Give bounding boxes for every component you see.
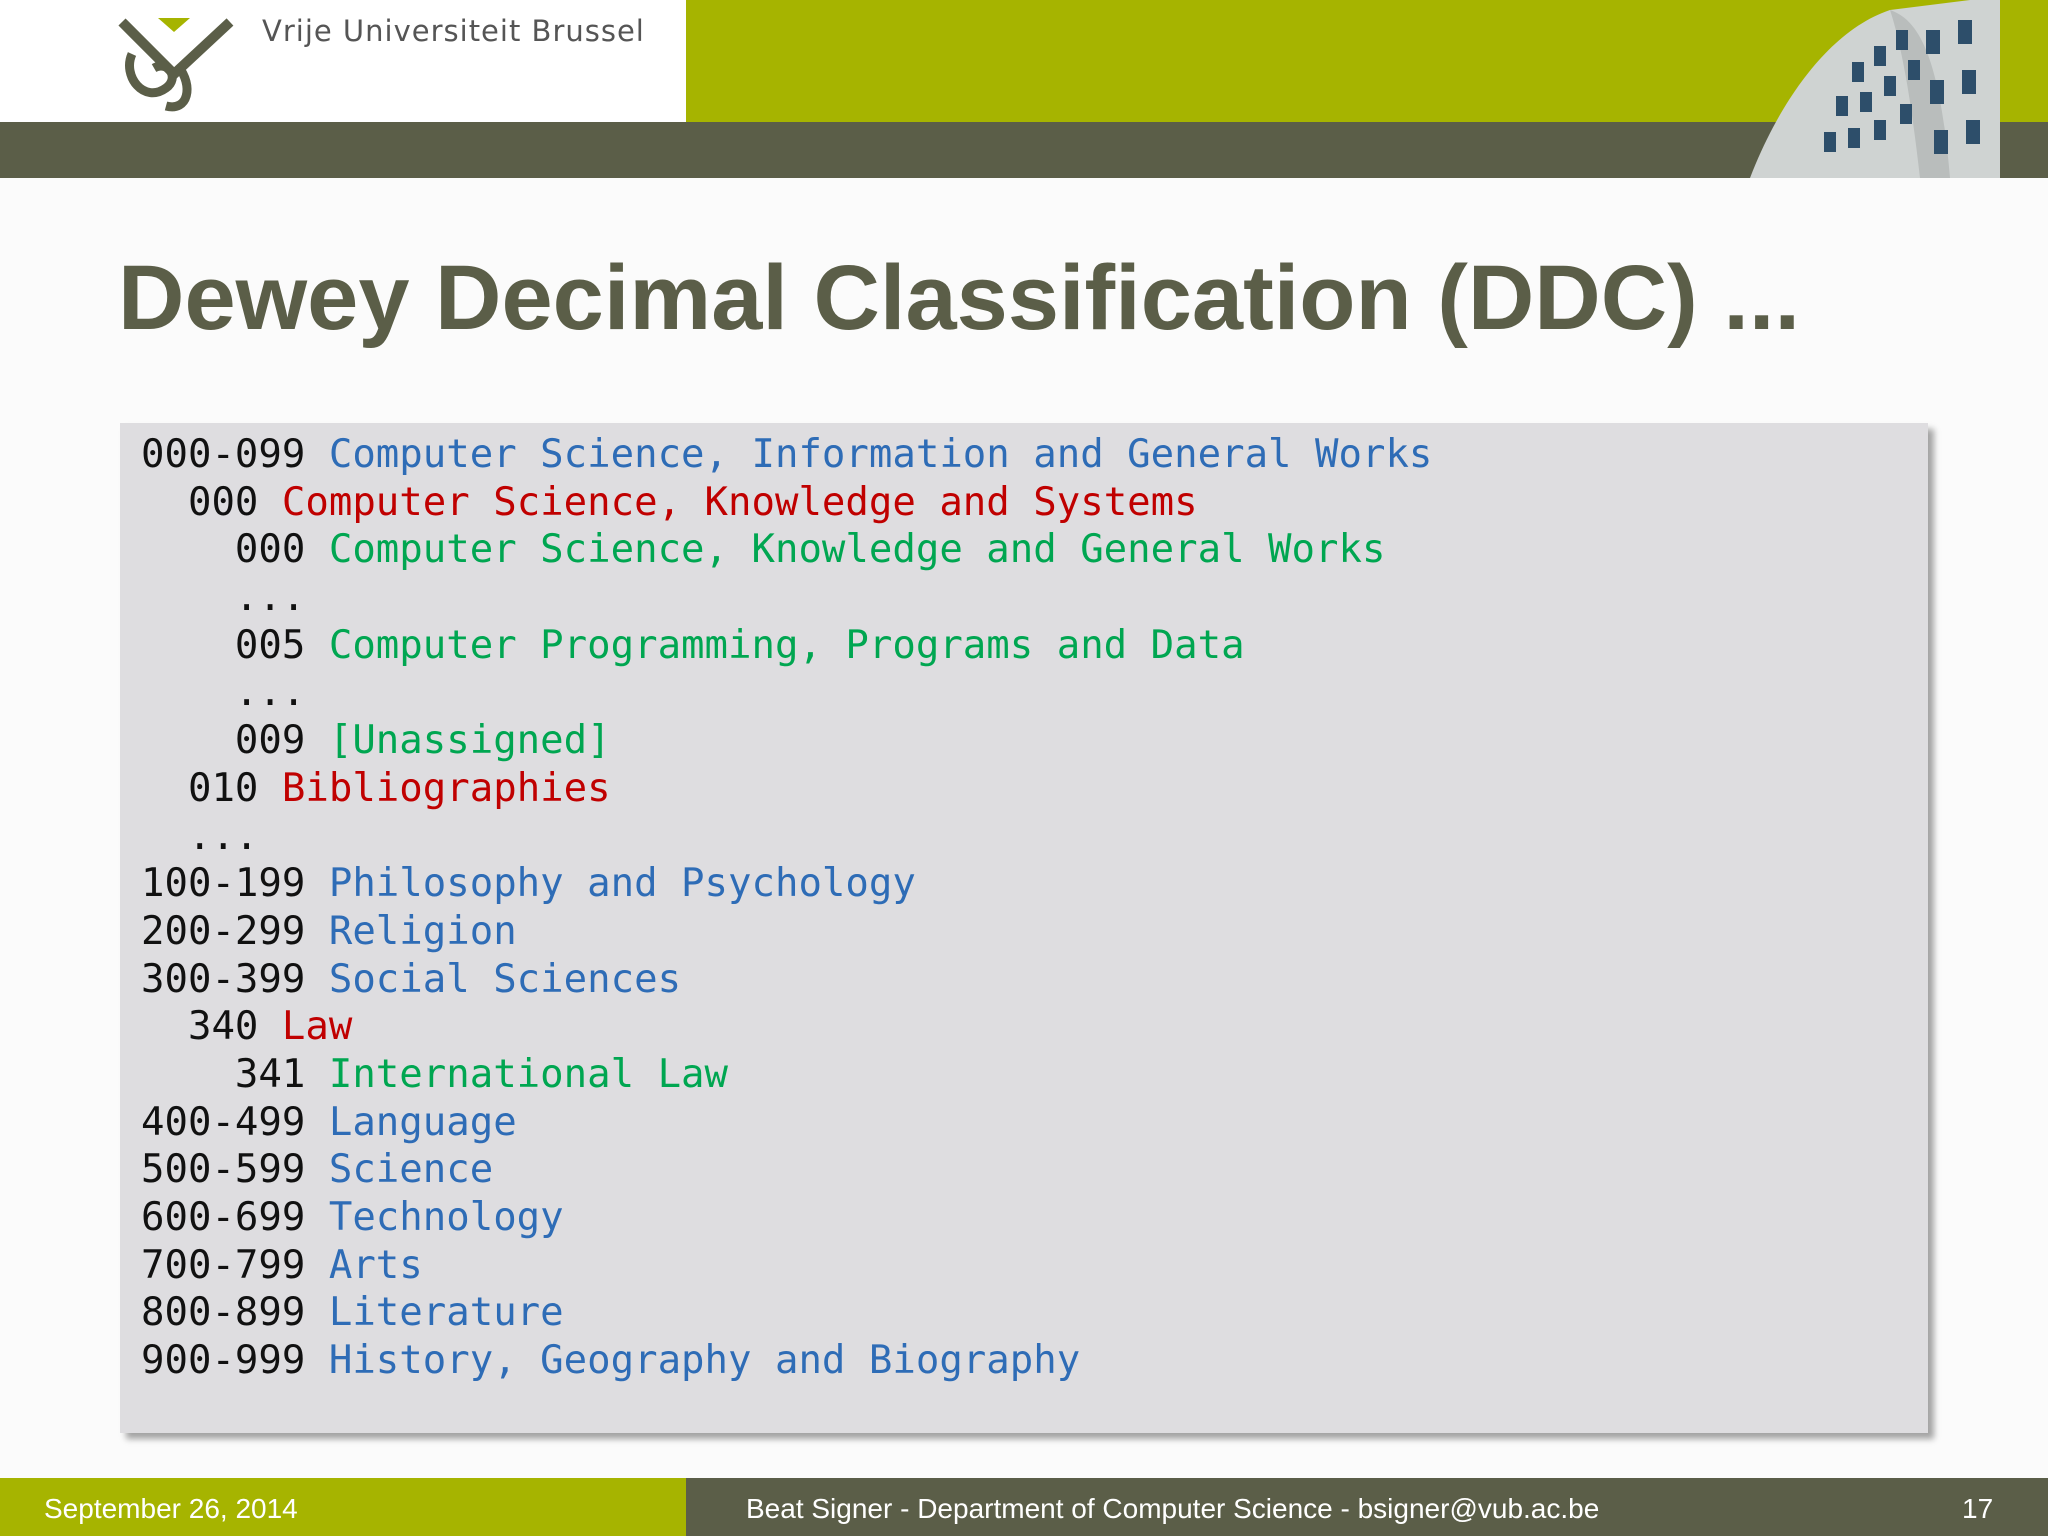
ddc-line: 009 [Unassigned] [141, 717, 1432, 765]
page-number: 17 [1962, 1493, 1994, 1524]
ddc-line: ... [141, 574, 1432, 622]
ddc-label: Philosophy and Psychology [328, 861, 916, 907]
ddc-label: Science [328, 1147, 494, 1193]
ddc-code: 800-899 [141, 1290, 329, 1336]
vub-logo-icon [118, 18, 234, 112]
ddc-code: 010 [141, 765, 282, 811]
ddc-label: Arts [328, 1242, 423, 1288]
ddc-code: 100-199 [141, 861, 329, 907]
ddc-line: 800-899 Literature [141, 1289, 1432, 1337]
ddc-label: Technology [328, 1195, 564, 1240]
ddc-code: 400-499 [141, 1099, 329, 1145]
ddc-line: 100-199 Philosophy and Psychology [141, 860, 1432, 908]
ddc-line: 000 Computer Science, Knowledge and Syst… [141, 479, 1432, 527]
ddc-line: ... [141, 813, 1432, 861]
ddc-line: 341 International Law [141, 1051, 1432, 1099]
ddc-line: 500-599 Science [141, 1146, 1432, 1194]
university-name: Vrije Universiteit Brussel [262, 14, 645, 48]
building-photo-icon [1750, 0, 2000, 178]
ddc-code: 000 [141, 479, 282, 525]
ddc-classification-list: 000-099 Computer Science, Information an… [141, 431, 1432, 1385]
ddc-code: 000 [141, 527, 329, 573]
ddc-line: 900-999 History, Geography and Biography [141, 1337, 1432, 1385]
ddc-line: 005 Computer Programming, Programs and D… [141, 622, 1432, 670]
ddc-label: Social Sciences [328, 956, 682, 1002]
ddc-label: History, Geography and Biography [328, 1338, 1081, 1384]
ddc-label: Religion [328, 908, 517, 954]
ddc-code: ... [141, 575, 306, 621]
ddc-line: 300-399 Social Sciences [141, 956, 1432, 1004]
ddc-line: 200-299 Religion [141, 908, 1432, 956]
ddc-label: Bibliographies [281, 765, 611, 811]
ddc-code: 341 [141, 1051, 329, 1097]
ddc-label: Language [328, 1099, 517, 1145]
ddc-label: Computer Science, Knowledge and Systems [281, 479, 1198, 525]
ddc-line: 010 Bibliographies [141, 765, 1432, 813]
ddc-line: 000 Computer Science, Knowledge and Gene… [141, 526, 1432, 574]
slide-title: Dewey Decimal Classification (DDC) ... [118, 247, 1801, 349]
ddc-code: 900-999 [141, 1338, 329, 1384]
ddc-line: 600-699 Technology [141, 1194, 1432, 1242]
ddc-code: 009 [141, 718, 329, 764]
footer-date: September 26, 2014 [44, 1493, 298, 1524]
ddc-line: 340 Law [141, 1003, 1432, 1051]
ddc-code: ... [141, 813, 259, 859]
ddc-code: 000-099 [141, 432, 329, 477]
ddc-line: 700-799 Arts [141, 1242, 1432, 1290]
ddc-line: 000-099 Computer Science, Information an… [141, 431, 1432, 479]
ddc-code: ... [141, 670, 306, 716]
ddc-label: International Law [328, 1051, 729, 1097]
ddc-code: 005 [141, 622, 329, 668]
ddc-label: Computer Programming, Programs and Data [328, 622, 1245, 668]
ddc-line: ... [141, 669, 1432, 717]
ddc-code: 300-399 [141, 956, 329, 1002]
ddc-code: 700-799 [141, 1242, 329, 1288]
ddc-label: Computer Science, Knowledge and General … [328, 527, 1386, 573]
ddc-code-block: 000-099 Computer Science, Information an… [120, 423, 1928, 1433]
ddc-label: Law [281, 1004, 353, 1050]
ddc-line: 400-499 Language [141, 1099, 1432, 1147]
footer-author: Beat Signer - Department of Computer Sci… [746, 1493, 1600, 1524]
ddc-label: Literature [328, 1290, 564, 1336]
ddc-label: [Unassigned] [328, 718, 611, 764]
ddc-code: 340 [141, 1004, 282, 1050]
ddc-code: 500-599 [141, 1147, 329, 1193]
ddc-code: 600-699 [141, 1195, 329, 1240]
ddc-code: 200-299 [141, 908, 329, 954]
ddc-label: Computer Science, Information and Genera… [328, 432, 1433, 477]
